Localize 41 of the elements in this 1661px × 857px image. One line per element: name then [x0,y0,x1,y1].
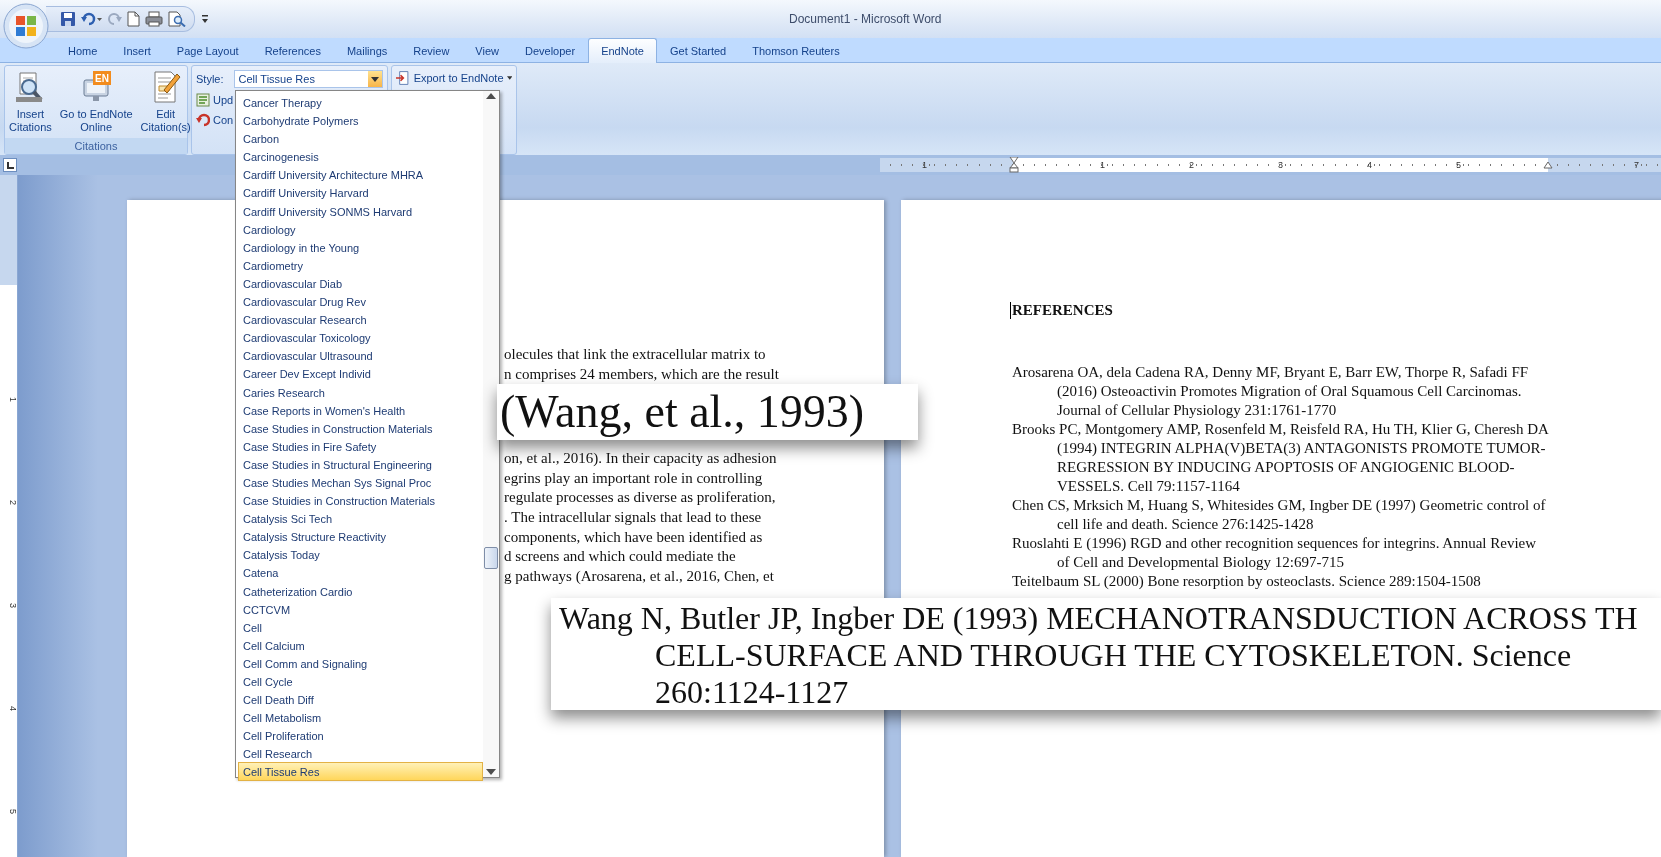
ruler-number: 5 [1453,160,1464,170]
body-text-line: . The intracellular signals that lead to these [504,507,763,527]
body-text-line: regulate processes as diverse as proliferation, [504,488,777,508]
body-text-line: olecules that link the extracellular matrix to [504,345,767,364]
body-text-line: d screens and which could mediate the [504,547,737,567]
window-title: Document1 - Microsoft Word [789,12,942,26]
ruler-number: 5 [7,809,18,814]
reference-line: Teitelbaum SL (2000) Bone resorption by osteoclasts. Science 289:1504-1508 [1012,572,1482,591]
reference-line: Arosarena OA, dela Cadena RA, Denny MF, Bryant E, Barr EW, Thorpe R, Safadi FF [1012,363,1530,382]
body-text-line: g pathways (Arosarena, et al., 2016, Chen, et [504,566,775,586]
group-label: Citations [5,138,187,154]
body-text-line: egrins play an important role in controlling [504,468,764,488]
reference-line: REGRESSION BY INDUCING APOPTOSIS OF ANGIOGENIC BLOOD- [1056,458,1516,477]
reference-line: Chen CS, Mrksich M, Huang S, Whitesides GM, Ingber DE (1997) Geometric control of [1012,496,1547,515]
reference-line: of Cell and Developmental Biology 12:697-715 [1056,553,1346,572]
body-text-line: components, which have been identified as [504,527,764,547]
reference-line: VESSELS. Cell 79:1157-1164 [1056,477,1241,496]
ruler-number: 7 [1631,160,1642,170]
style-label: Style: [196,73,224,85]
ruler-number: 1 [1097,160,1108,170]
ruler-number: 1 [7,397,18,402]
reference-line: (1994) INTEGRIN ALPHA(V)BETA(3) ANTAGONISTS PROMOTE TUMOR- [1056,439,1547,458]
reference-line: Journal of Cellular Physiology 231:1761-1770 [1056,401,1338,420]
ruler-number: 4 [1364,160,1375,170]
ruler-number: 3 [1275,160,1286,170]
reference-line: 260:1124-1127 [654,674,850,710]
reference-line: Wang N, Butler JP, Ingber DE (1993) MECHANOTRANSDUCTION ACROSS TH [559,600,1639,637]
ruler-number: 4 [7,706,18,711]
body-text-line: on, et al., 2016). In their capacity as adhesion [504,449,778,469]
references-heading: REFERENCES [1010,302,1113,319]
body-text-line: n comprises 24 members, which are the result [504,364,780,384]
reference-line: CELL-SURFACE AND THROUGH THE CYTOSKELETON. Science [654,637,1573,674]
ruler-number: 3 [7,603,18,608]
reference-line: cell life and death. Science 276:1425-1428 [1056,515,1315,534]
ruler-number: 2 [1186,160,1197,170]
reference-line: Ruoslahti E (1996) RGD and other recognition sequences for integrins. Annual Review [1012,534,1538,553]
reference-line: (2016) Osteoactivin Promotes Migration of Oral Squamous Cell Carcinomas. [1056,382,1523,401]
ruler-number: 2 [7,500,18,505]
reference-line: Brooks PC, Montgomery AMP, Rosenfeld M, Reisfeld RA, Hu TH, Klier G, Cheresh DA [1012,420,1550,439]
ruler-number: 1 [919,160,930,170]
citation-text: (Wang, et al., 1993) [500,385,866,439]
